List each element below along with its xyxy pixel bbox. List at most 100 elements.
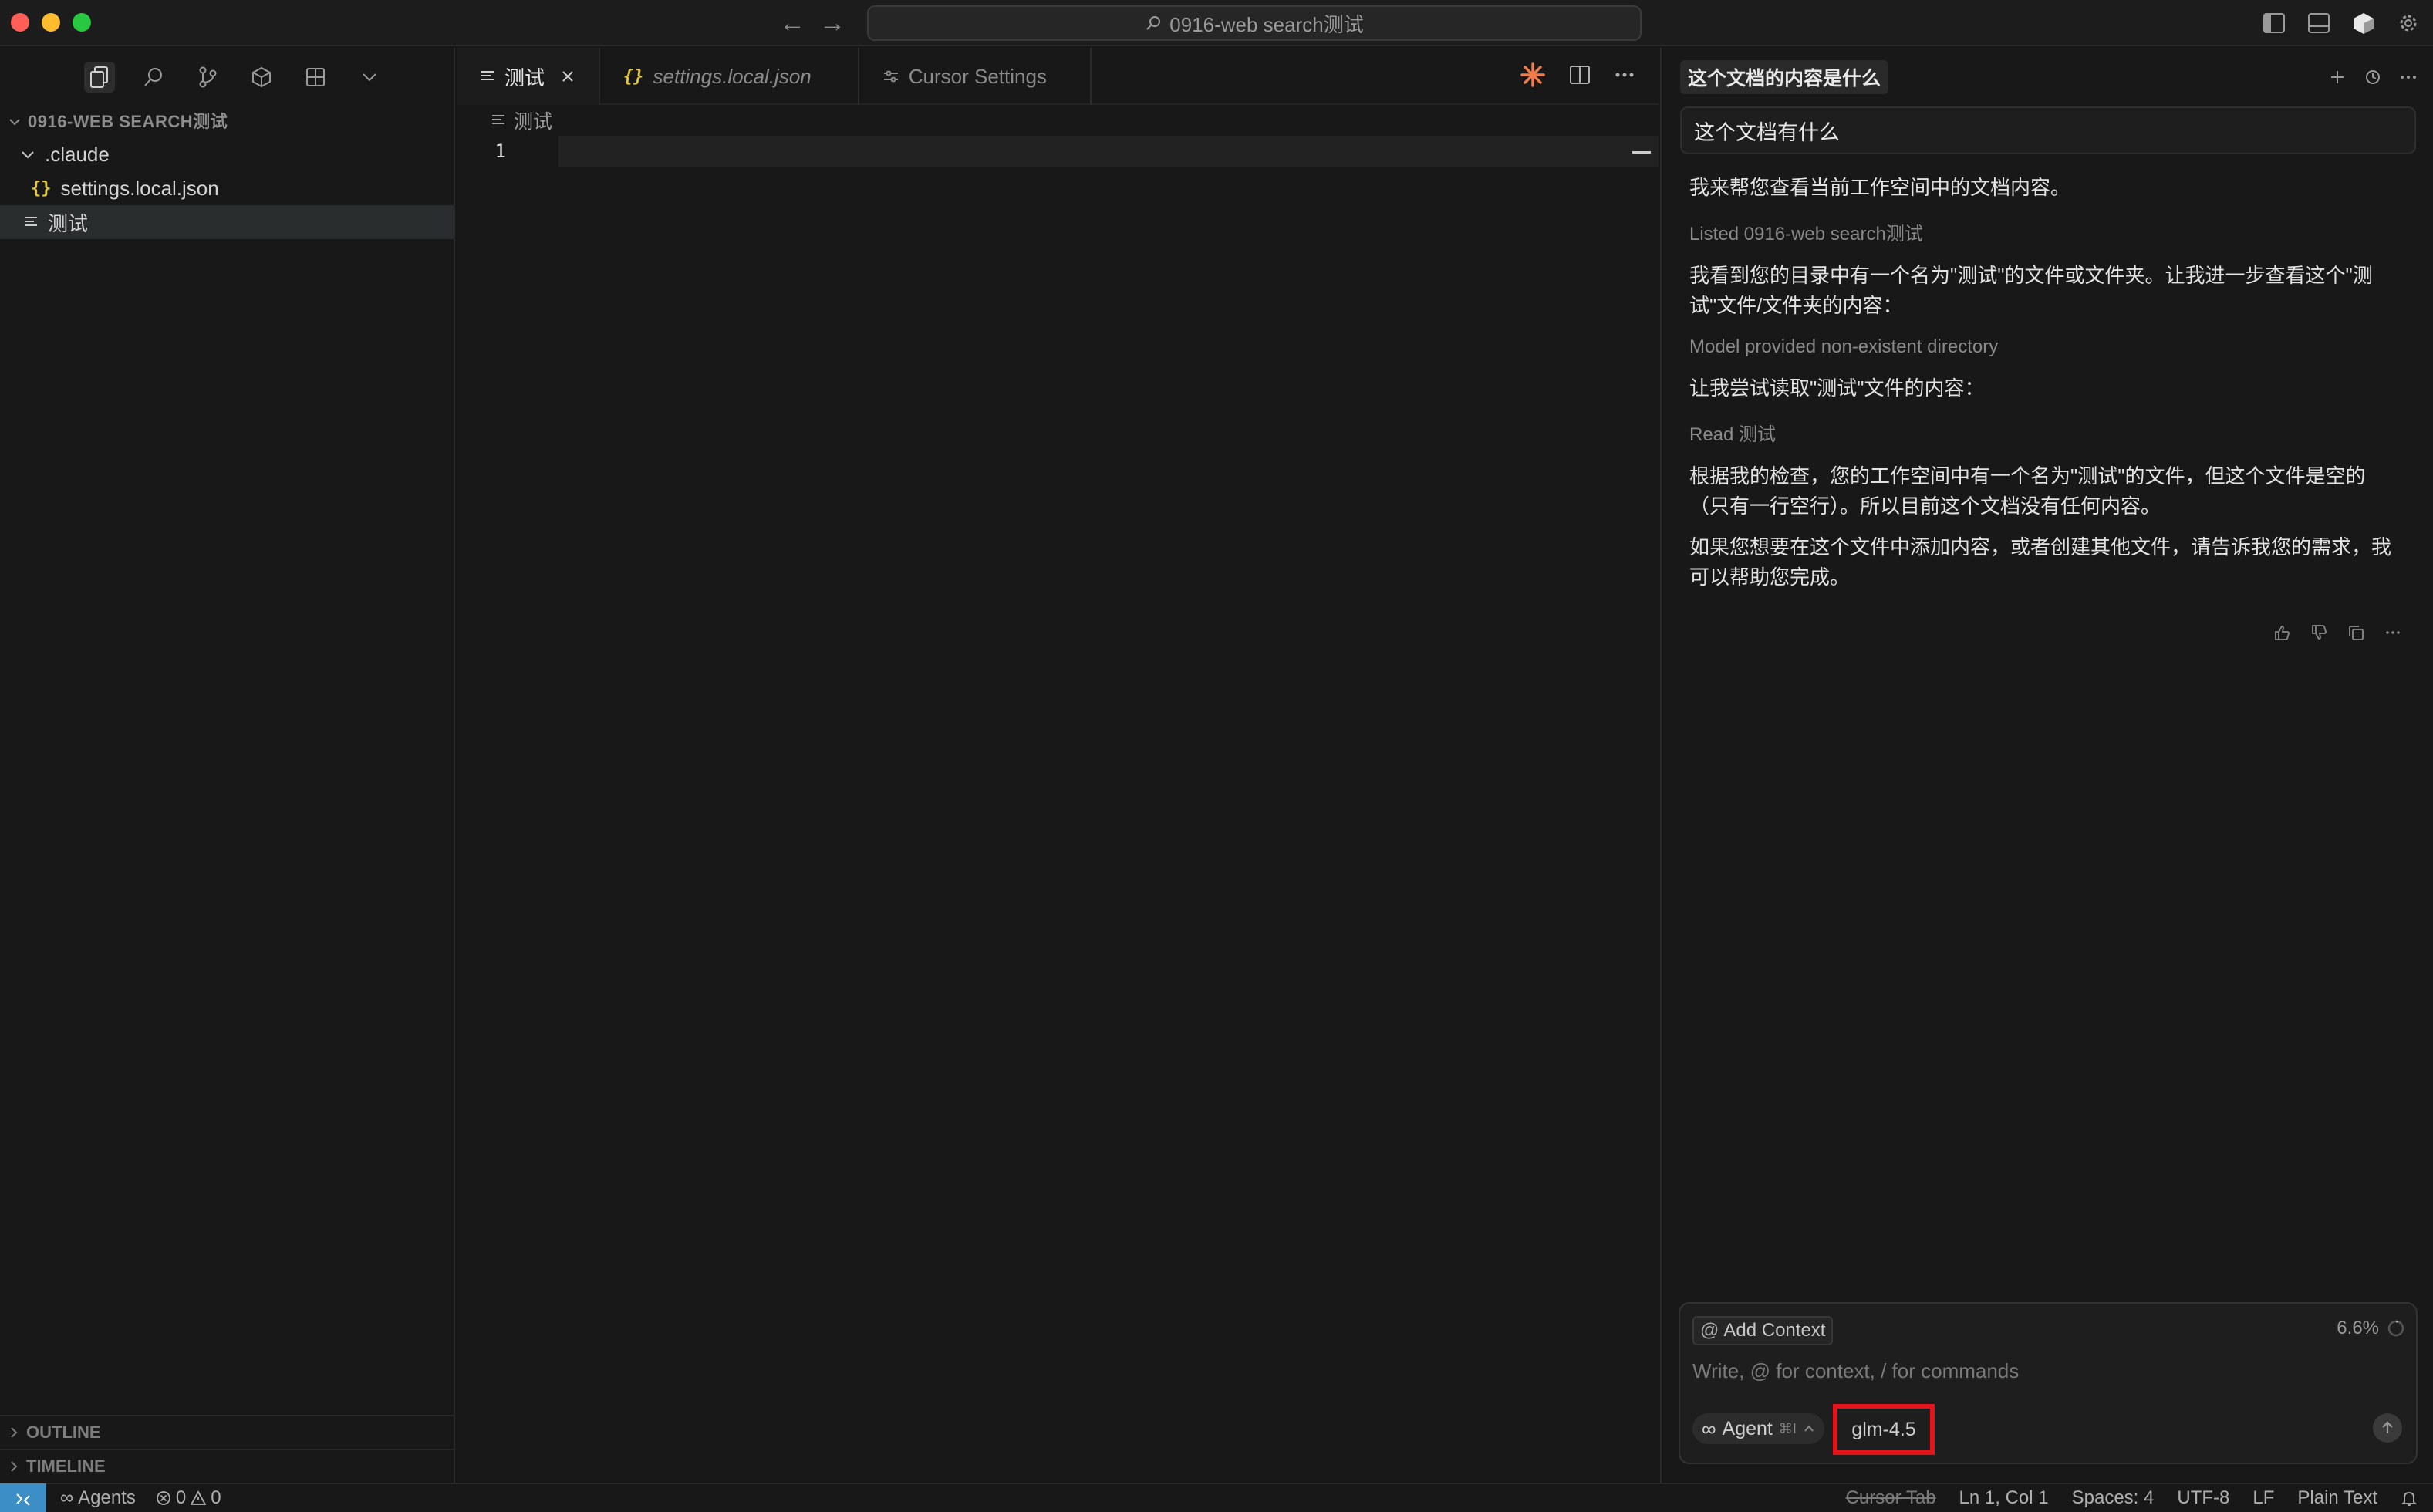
outline-section[interactable]: OUTLINE xyxy=(0,1415,454,1449)
claude-sparkle-icon[interactable] xyxy=(1520,62,1546,88)
model-label: glm-4.5 xyxy=(1851,1418,1916,1440)
more-options-icon[interactable] xyxy=(2384,623,2402,642)
problems-status[interactable]: 0 0 xyxy=(156,1487,221,1509)
editor-tab-bar: 测试 {} settings.local.json Cursor Setting… xyxy=(457,48,1659,105)
at-sign-icon: @ xyxy=(1700,1320,1719,1341)
tool-call-error[interactable]: Model provided non-existent directory xyxy=(1689,336,2402,358)
model-selector[interactable]: glm-4.5 xyxy=(1833,1404,1935,1455)
agent-mode-selector[interactable]: ∞ Agent ⌘I xyxy=(1692,1413,1824,1444)
agents-status[interactable]: ∞ Agents xyxy=(60,1487,136,1509)
chat-transcript: 我来帮您查看当前工作空间中的文档内容。 Listed 0916-web sear… xyxy=(1662,154,2433,642)
indentation-status[interactable]: Spaces: 4 xyxy=(2072,1487,2155,1509)
assistant-message: 根据我的检查，您的工作空间中有一个名为"测试"的文件，但这个文件是空的（只有一行… xyxy=(1689,464,2366,518)
status-bar: ∞ Agents 0 0 Cursor Tab Ln 1, Col 1 Spac… xyxy=(0,1483,2433,1512)
gear-icon[interactable] xyxy=(2394,9,2422,37)
close-window-button[interactable] xyxy=(11,13,29,32)
tree-file-ceshi[interactable]: 测试 xyxy=(0,205,454,239)
sidebar-toolbar xyxy=(0,48,454,106)
tool-call-listed[interactable]: Listed 0916-web search测试 xyxy=(1689,218,2402,245)
agents-label: Agents xyxy=(78,1487,136,1508)
search-icon[interactable] xyxy=(138,62,169,93)
context-usage[interactable]: 6.6% xyxy=(2337,1318,2405,1339)
timeline-label: TIMELINE xyxy=(26,1456,106,1476)
outline-label: OUTLINE xyxy=(26,1423,101,1442)
chat-tab-title[interactable]: 这个文档的内容是什么 xyxy=(1680,60,1889,94)
close-icon[interactable] xyxy=(560,69,575,84)
extensions-cube-icon[interactable] xyxy=(246,62,277,93)
minimize-window-button[interactable] xyxy=(42,13,60,32)
tab-label: 测试 xyxy=(504,66,545,89)
ai-chat-panel: 这个文档的内容是什么 这个文档有什么 我来帮您查看当前工作空间中的文档内容。 L… xyxy=(1660,48,2433,1483)
tree-file-settings-local-json[interactable]: {} settings.local.json xyxy=(0,171,454,205)
encoding-status[interactable]: UTF-8 xyxy=(2177,1487,2229,1509)
timeline-section[interactable]: TIMELINE xyxy=(0,1449,454,1483)
chevron-down-icon xyxy=(9,119,20,126)
user-message-text: 这个文档有什么 xyxy=(1694,120,1840,144)
add-context-button[interactable]: @ Add Context xyxy=(1692,1316,1834,1345)
source-control-icon[interactable] xyxy=(192,62,223,93)
tool-call-read[interactable]: Read 测试 xyxy=(1689,419,2402,446)
arrow-up-icon xyxy=(2382,1421,2393,1433)
minimap-cursor-marker xyxy=(1632,151,1651,154)
json-file-icon: {} xyxy=(31,178,52,198)
explorer-files-icon[interactable] xyxy=(84,62,115,93)
chat-input[interactable]: Write, @ for context, / for commands xyxy=(1692,1359,2019,1383)
back-arrow-icon[interactable]: ← xyxy=(779,8,805,39)
split-editor-icon[interactable] xyxy=(1569,64,1591,86)
chevron-right-icon xyxy=(11,1427,18,1438)
tab-settings-local-json[interactable]: {} settings.local.json xyxy=(600,48,859,105)
agent-mode-label: Agent xyxy=(1722,1417,1773,1439)
text-file-icon xyxy=(481,71,494,80)
bell-icon[interactable] xyxy=(2401,1490,2418,1507)
copy-icon[interactable] xyxy=(2347,623,2365,642)
tab-label: Cursor Settings xyxy=(908,64,1047,88)
history-icon[interactable] xyxy=(2364,68,2382,86)
cursor-position[interactable]: Ln 1, Col 1 xyxy=(1959,1487,2049,1509)
toggle-panel-icon[interactable] xyxy=(2305,9,2333,37)
breadcrumb[interactable]: 测试 xyxy=(457,105,1659,136)
tree-folder-claude[interactable]: .claude xyxy=(0,137,454,171)
user-message-bubble[interactable]: 这个文档有什么 xyxy=(1680,106,2416,154)
extensions-grid-icon[interactable] xyxy=(300,62,331,93)
error-count: 0 xyxy=(175,1487,187,1508)
infinity-icon: ∞ xyxy=(60,1487,74,1508)
language-mode[interactable]: Plain Text xyxy=(2297,1487,2377,1509)
error-icon xyxy=(156,1491,170,1505)
tree-item-label: 测试 xyxy=(48,211,89,235)
tree-item-label: .claude xyxy=(45,142,110,166)
more-actions-icon[interactable] xyxy=(1614,64,1635,86)
tab-ceshi[interactable]: 测试 xyxy=(457,48,601,105)
remote-icon xyxy=(16,1493,30,1506)
agent-shortcut: ⌘I xyxy=(1778,1420,1797,1436)
toggle-sidebar-icon[interactable] xyxy=(2260,9,2288,37)
breadcrumb-label: 测试 xyxy=(514,111,553,133)
more-options-icon[interactable] xyxy=(2399,68,2418,86)
message-feedback-bar xyxy=(1689,623,2402,642)
warning-icon xyxy=(191,1490,207,1505)
chat-header: 这个文档的内容是什么 xyxy=(1662,48,2433,106)
chevron-right-icon xyxy=(11,1461,18,1472)
thumbs-down-icon[interactable] xyxy=(2310,623,2328,642)
context-usage-ring-icon xyxy=(2387,1320,2404,1337)
settings-sliders-icon xyxy=(883,70,898,83)
send-button[interactable] xyxy=(2373,1413,2402,1443)
maximize-window-button[interactable] xyxy=(73,13,91,32)
tab-cursor-settings[interactable]: Cursor Settings xyxy=(859,48,1092,105)
cursor-cube-icon[interactable] xyxy=(2350,9,2377,37)
forward-arrow-icon[interactable]: → xyxy=(819,8,845,39)
chevron-down-icon[interactable] xyxy=(354,62,385,93)
json-file-icon: {} xyxy=(623,66,644,86)
cursor-tab-status[interactable]: Cursor Tab xyxy=(1846,1487,1936,1509)
command-search-input[interactable]: 0916-web search测试 xyxy=(867,5,1642,41)
tree-item-label: settings.local.json xyxy=(60,176,219,200)
code-line[interactable]: 1 xyxy=(457,136,1659,167)
new-chat-plus-icon[interactable] xyxy=(2328,68,2347,86)
workspace-root-folder[interactable]: 0916-WEB SEARCH测试 xyxy=(0,106,454,137)
thumbs-up-icon[interactable] xyxy=(2273,623,2291,642)
eol-status[interactable]: LF xyxy=(2252,1487,2274,1509)
add-context-label: Add Context xyxy=(1723,1320,1826,1341)
chat-composer: @ Add Context 6.6% Write, @ for context,… xyxy=(1679,1302,2418,1464)
line-number: 1 xyxy=(494,140,506,162)
remote-indicator[interactable] xyxy=(0,1483,46,1512)
chevron-up-icon xyxy=(1804,1425,1814,1432)
